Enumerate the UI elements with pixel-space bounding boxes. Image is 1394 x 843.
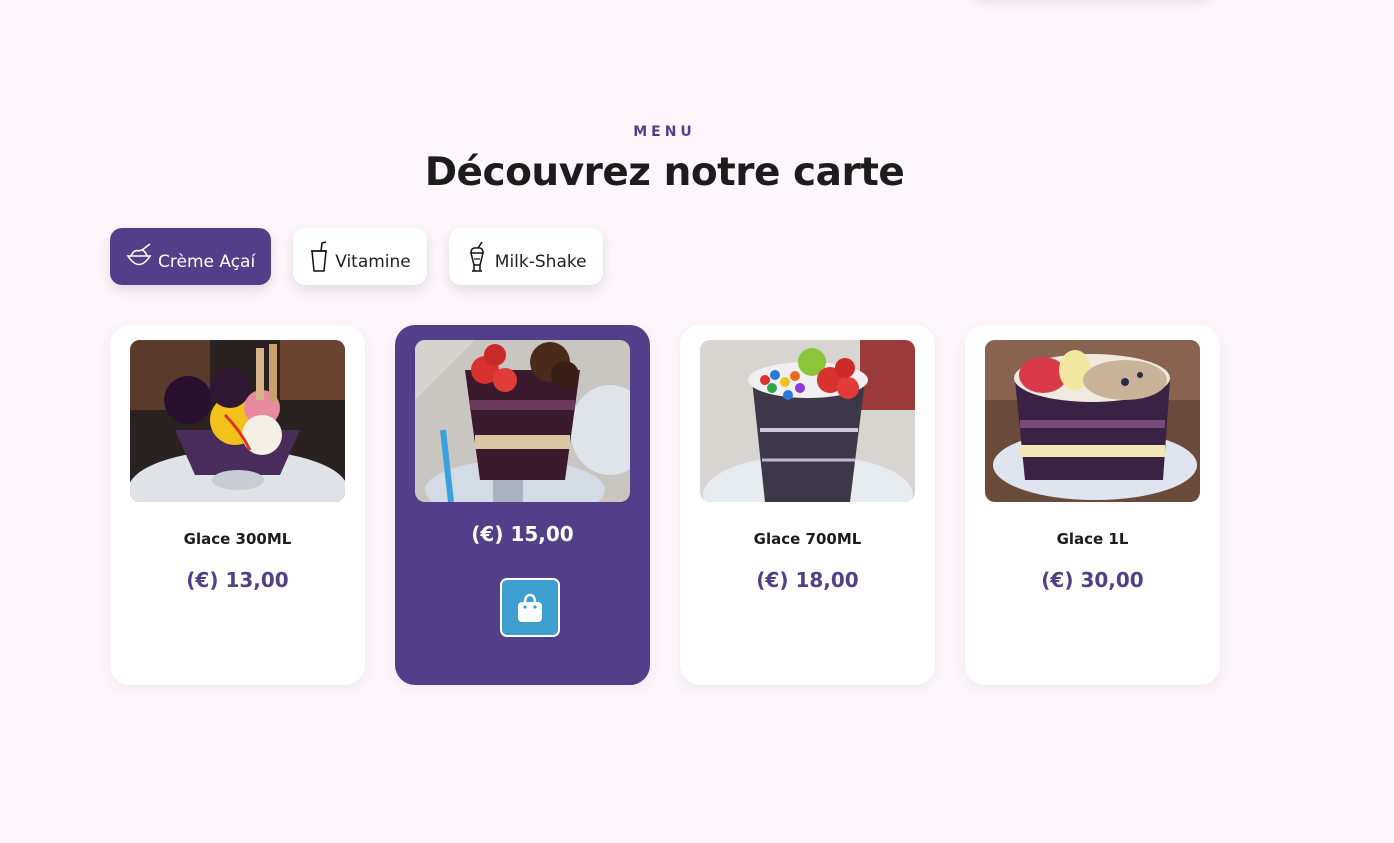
- milkshake-icon: [469, 241, 484, 272]
- tab-label: Milk-Shake: [494, 251, 587, 272]
- tab-creme-acai[interactable]: Crème Açaí: [110, 228, 272, 285]
- product-name: Glace 1L: [1056, 530, 1129, 548]
- product-price: (€) 13,00: [186, 568, 289, 592]
- product-image: [985, 340, 1200, 502]
- cup-straw-icon: [311, 240, 328, 272]
- category-tabs: Crème Açaí Vitamine Milk-Shake: [110, 228, 625, 285]
- product-name: Glace 300ML: [183, 530, 292, 548]
- shopping-bag-icon: [518, 593, 542, 622]
- bowl-icon: [126, 242, 152, 265]
- product-image: [130, 340, 345, 502]
- product-card[interactable]: Glace 1L (€) 30,00: [965, 325, 1220, 685]
- product-card[interactable]: Glace 300ML (€) 13,00: [110, 325, 365, 685]
- product-image: [415, 340, 630, 502]
- product-price: (€) 30,00: [1041, 568, 1144, 592]
- tab-milk-shake[interactable]: Milk-Shake: [448, 228, 603, 285]
- product-card-hovered[interactable]: (€) 15,00: [395, 325, 650, 685]
- product-card[interactable]: Glace 700ML (€) 18,00: [680, 325, 935, 685]
- section-title: Découvrez notre carte: [424, 150, 905, 195]
- add-to-cart-button[interactable]: [500, 578, 560, 637]
- product-grid: Glace 300ML (€) 13,00 (€) 15,00 Glace 70…: [110, 325, 1250, 685]
- product-image: [700, 340, 915, 502]
- section-label: MENU: [633, 124, 696, 140]
- product-name: Glace 700ML: [753, 530, 862, 548]
- tab-vitamine[interactable]: Vitamine: [293, 228, 427, 285]
- tab-label: Vitamine: [335, 251, 411, 272]
- product-price: (€) 15,00: [471, 522, 574, 546]
- product-price: (€) 18,00: [756, 568, 859, 592]
- tab-label: Crème Açaí: [158, 251, 256, 272]
